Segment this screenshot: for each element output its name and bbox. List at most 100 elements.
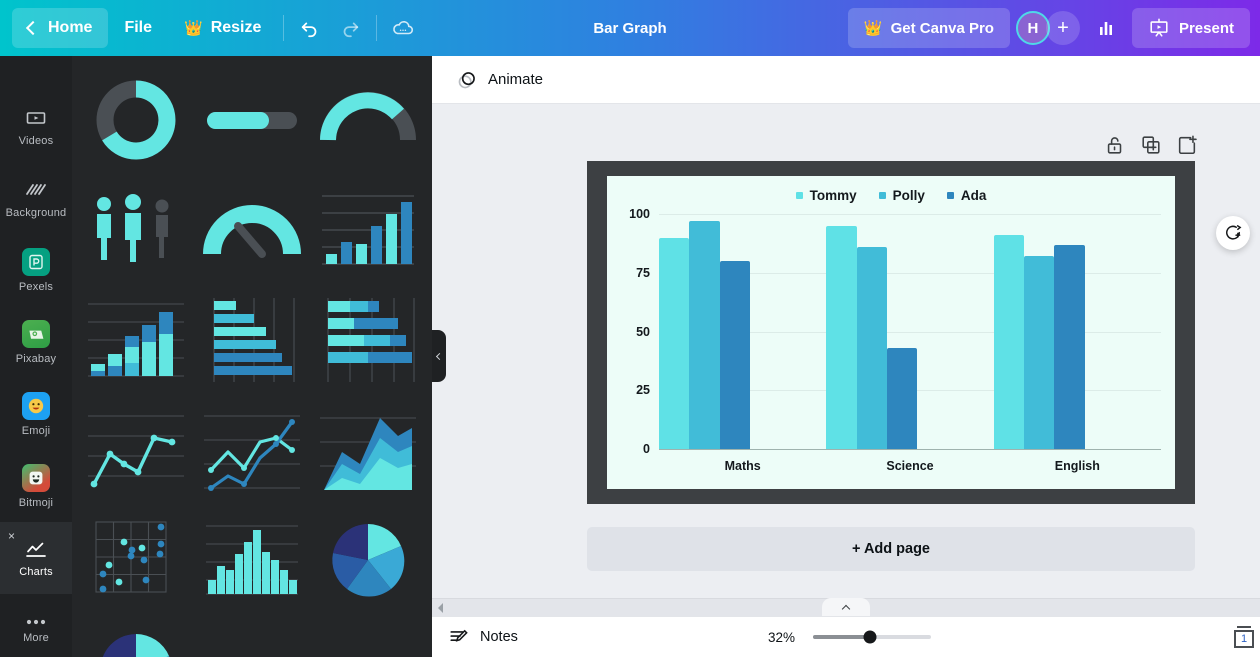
chart-template-grouped-bar[interactable] bbox=[318, 182, 418, 278]
page-count-button[interactable]: 1 bbox=[1234, 626, 1254, 648]
chart-template-multi-line[interactable] bbox=[202, 402, 302, 498]
chart-template-line[interactable] bbox=[86, 402, 186, 498]
strip-collapse-arrow-icon[interactable] bbox=[438, 603, 443, 613]
toolbar-divider-2 bbox=[376, 15, 378, 41]
duplicate-icon[interactable] bbox=[1140, 134, 1162, 156]
legend-label: Polly bbox=[892, 188, 925, 203]
legend-item[interactable]: Polly bbox=[878, 188, 925, 203]
unlock-icon[interactable] bbox=[1104, 134, 1126, 156]
bar-tommy-english[interactable] bbox=[993, 235, 1024, 449]
panel-collapse-handle[interactable] bbox=[432, 330, 446, 382]
file-menu-button[interactable]: File bbox=[108, 8, 168, 48]
bar-ada-maths[interactable] bbox=[719, 261, 750, 449]
bar-ada-english[interactable] bbox=[1054, 244, 1085, 449]
sidebar-item-charts[interactable]: × Charts bbox=[0, 522, 72, 594]
y-axis-tick: 100 bbox=[629, 207, 650, 221]
animate-label: Animate bbox=[488, 71, 544, 88]
y-axis-tick: 0 bbox=[643, 442, 650, 456]
get-canva-pro-button[interactable]: 👑 Get Canva Pro bbox=[847, 8, 1010, 48]
add-comment-icon bbox=[1226, 225, 1242, 240]
sidebar-item-videos[interactable]: Videos bbox=[0, 90, 72, 162]
chart-template-stacked-column[interactable] bbox=[86, 292, 186, 388]
chart-template-pie[interactable] bbox=[318, 512, 418, 608]
chart-template-pictogram[interactable] bbox=[86, 182, 186, 278]
sidebar-item-more[interactable]: More bbox=[0, 594, 72, 657]
close-icon[interactable]: × bbox=[8, 530, 15, 542]
chart-template-half-gauge[interactable] bbox=[318, 72, 418, 168]
redo-button[interactable] bbox=[330, 8, 370, 48]
animate-button[interactable]: Animate bbox=[448, 63, 551, 97]
home-button[interactable]: Home bbox=[12, 8, 109, 48]
add-collaborator-button[interactable]: + bbox=[1045, 11, 1080, 45]
chart-template-gauge[interactable] bbox=[202, 182, 302, 278]
chevron-left-icon bbox=[25, 20, 41, 36]
chart-template-progress[interactable] bbox=[202, 72, 302, 168]
chart-template-stacked-bar[interactable] bbox=[318, 292, 418, 388]
top-toolbar-right: 👑 Get Canva Pro H + Present bbox=[847, 0, 1250, 56]
insights-button[interactable] bbox=[1086, 8, 1126, 48]
bar-chart[interactable]: Tommy Polly Ada 100 75 50 25 0 Maths Sci… bbox=[607, 176, 1175, 489]
notes-button[interactable]: Notes bbox=[448, 626, 518, 648]
sidebar-item-bitmoji[interactable]: Bitmoji bbox=[0, 450, 72, 522]
zoom-slider-handle[interactable] bbox=[863, 630, 877, 644]
legend-item[interactable]: Ada bbox=[946, 188, 986, 203]
line-chart-icon bbox=[88, 415, 184, 488]
sidebar-item-label: Emoji bbox=[21, 424, 51, 437]
bar-ada-science[interactable] bbox=[886, 347, 918, 449]
stacked-column-chart-icon bbox=[88, 303, 184, 377]
pixabay-icon bbox=[22, 319, 50, 348]
redo-icon bbox=[344, 22, 359, 38]
legend-item[interactable]: Tommy bbox=[795, 188, 857, 203]
sidebar-item-background[interactable]: Background bbox=[0, 162, 72, 234]
crown-icon: 👑 bbox=[863, 19, 883, 37]
add-page-icon[interactable] bbox=[1176, 134, 1198, 156]
bottom-toolbar: Notes 32% 1 bbox=[432, 616, 1260, 657]
bar-tommy-science[interactable] bbox=[826, 225, 857, 449]
left-rail: Videos Background Pexels Pixabay Emoji B… bbox=[0, 56, 72, 657]
gauge-chart-icon bbox=[203, 205, 301, 258]
bar-tommy-maths[interactable] bbox=[659, 237, 690, 449]
cloud-save-button[interactable] bbox=[383, 8, 423, 48]
charts-icon bbox=[26, 542, 46, 557]
resize-button[interactable]: 👑 Resize bbox=[168, 8, 277, 48]
present-label: Present bbox=[1178, 19, 1234, 37]
crown-icon: 👑 bbox=[184, 19, 203, 37]
add-page-button[interactable]: + Add page bbox=[587, 527, 1195, 571]
chart-template-area[interactable] bbox=[318, 402, 418, 498]
canvas-tools bbox=[1104, 134, 1198, 156]
charts-panel bbox=[72, 56, 432, 657]
notes-icon bbox=[450, 629, 468, 642]
slide-canvas[interactable]: Tommy Polly Ada 100 75 50 25 0 Maths Sci… bbox=[587, 161, 1195, 504]
undo-button[interactable] bbox=[290, 8, 330, 48]
chart-template-histogram[interactable] bbox=[202, 512, 302, 608]
element-toolbar: Animate bbox=[432, 56, 1260, 104]
chart-template-donut[interactable] bbox=[86, 72, 186, 168]
chart-template-scatter[interactable] bbox=[86, 512, 186, 608]
progress-bar-chart-icon bbox=[207, 112, 297, 129]
legend-swatch bbox=[795, 192, 803, 199]
sidebar-item-pixabay[interactable]: Pixabay bbox=[0, 306, 72, 378]
page-number: 1 bbox=[1234, 630, 1254, 648]
resize-button-label: Resize bbox=[210, 19, 262, 36]
zoom-slider[interactable] bbox=[813, 630, 931, 644]
donut-chart-icon bbox=[96, 80, 176, 160]
bar-polly-maths[interactable] bbox=[689, 221, 720, 449]
bar-polly-science[interactable] bbox=[856, 246, 887, 449]
document-title[interactable]: Bar Graph bbox=[585, 16, 674, 41]
sidebar-item-pexels[interactable]: Pexels bbox=[0, 234, 72, 306]
x-axis-tick: Science bbox=[886, 459, 934, 473]
chart-template-pie-partial[interactable] bbox=[86, 622, 186, 657]
add-comment-button[interactable] bbox=[1216, 216, 1250, 250]
avatar[interactable]: H bbox=[1015, 11, 1050, 45]
present-button[interactable]: Present bbox=[1131, 8, 1250, 48]
chart-legend: Tommy Polly Ada bbox=[607, 188, 1175, 203]
bar-chart-icon bbox=[1099, 22, 1112, 35]
bar-polly-english[interactable] bbox=[1023, 256, 1055, 449]
sidebar-item-emoji[interactable]: Emoji bbox=[0, 378, 72, 450]
chart-template-horizontal-bar[interactable] bbox=[202, 292, 302, 388]
sidebar-item-label: Bitmoji bbox=[18, 496, 54, 509]
expand-pages-button[interactable] bbox=[822, 598, 870, 616]
animate-icon bbox=[458, 71, 475, 88]
grouped-bar-chart-icon bbox=[322, 195, 414, 265]
half-gauge-chart-icon bbox=[320, 92, 416, 141]
